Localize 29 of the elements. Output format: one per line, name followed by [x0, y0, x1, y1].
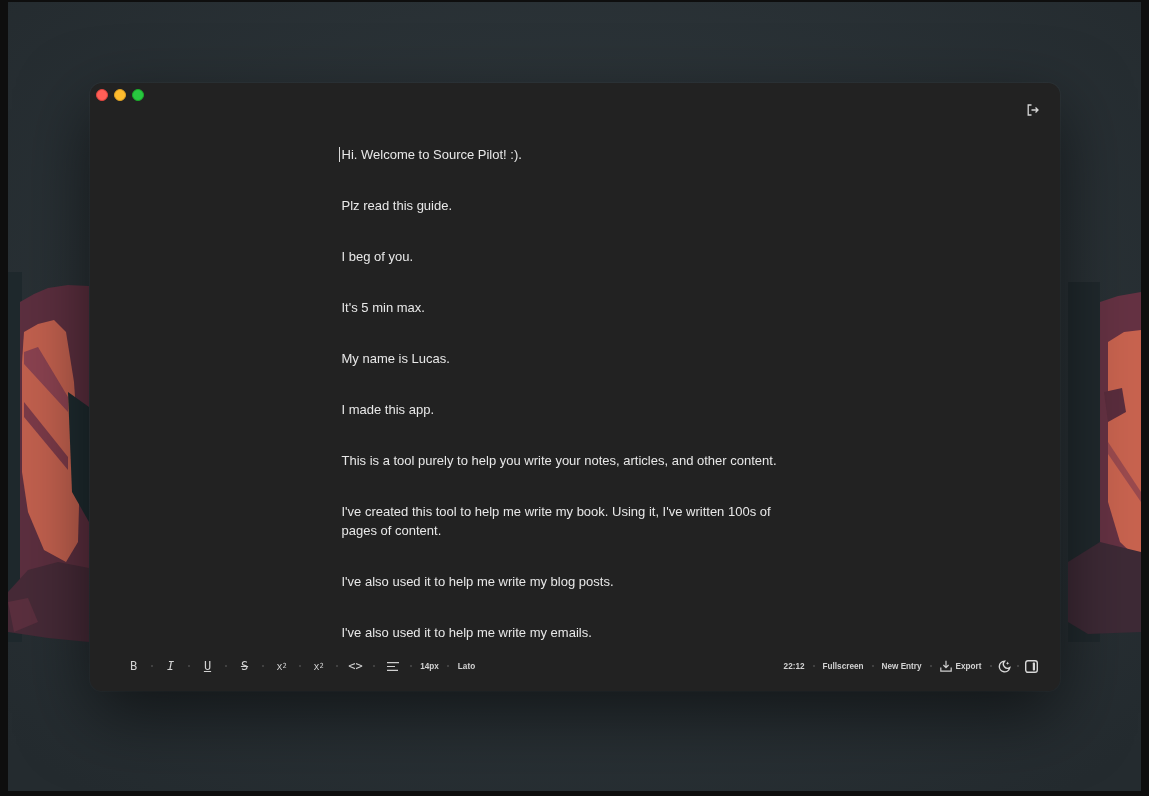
close-button[interactable] [95, 89, 108, 101]
paragraph-text: It's 5 min max. [341, 299, 425, 317]
new-entry-button[interactable]: New Entry [879, 655, 924, 677]
code-button[interactable]: <> [342, 655, 369, 677]
paragraph-text: I've also used it to help me write my blog posts. [341, 573, 614, 591]
export-button[interactable]: Export [937, 655, 984, 677]
paragraph-text: Hi. Welcome to Source Pilot! :). [341, 146, 522, 164]
strikethrough-button[interactable]: S [231, 655, 258, 677]
underline-button[interactable]: U [194, 655, 221, 677]
paragraph-text: My name is Lucas. [341, 350, 450, 368]
minimize-button[interactable] [113, 89, 126, 101]
italic-button[interactable]: I [157, 655, 184, 677]
paragraph-text: I beg of you. [341, 248, 414, 266]
exit-icon[interactable] [1026, 104, 1039, 116]
sidebar-icon[interactable] [1024, 659, 1038, 673]
align-left-icon[interactable] [386, 661, 399, 671]
bold-button[interactable]: B [120, 655, 147, 677]
paragraph-text: I made this app. [341, 401, 434, 419]
font-size-dropdown[interactable]: 14px [416, 655, 443, 677]
paragraph-text: I've also used it to help me write my emails. [341, 624, 592, 642]
paragraph-text: This is a tool purely to help you write your notes, articles, and other content. [341, 452, 777, 470]
moon-icon[interactable] [997, 659, 1011, 673]
paragraph-text: I've created this tool to help me write my book. Using it, I've written 100s of pages of content. [341, 503, 772, 540]
font-dropdown[interactable]: Lato [453, 655, 480, 677]
zoom-button[interactable] [131, 89, 144, 101]
timer-button[interactable]: 22:12 [781, 655, 807, 677]
paragraph-text: Plz read this guide. [341, 197, 453, 215]
fullscreen-button[interactable]: Fullscreen [820, 655, 866, 677]
download-icon [939, 660, 952, 672]
